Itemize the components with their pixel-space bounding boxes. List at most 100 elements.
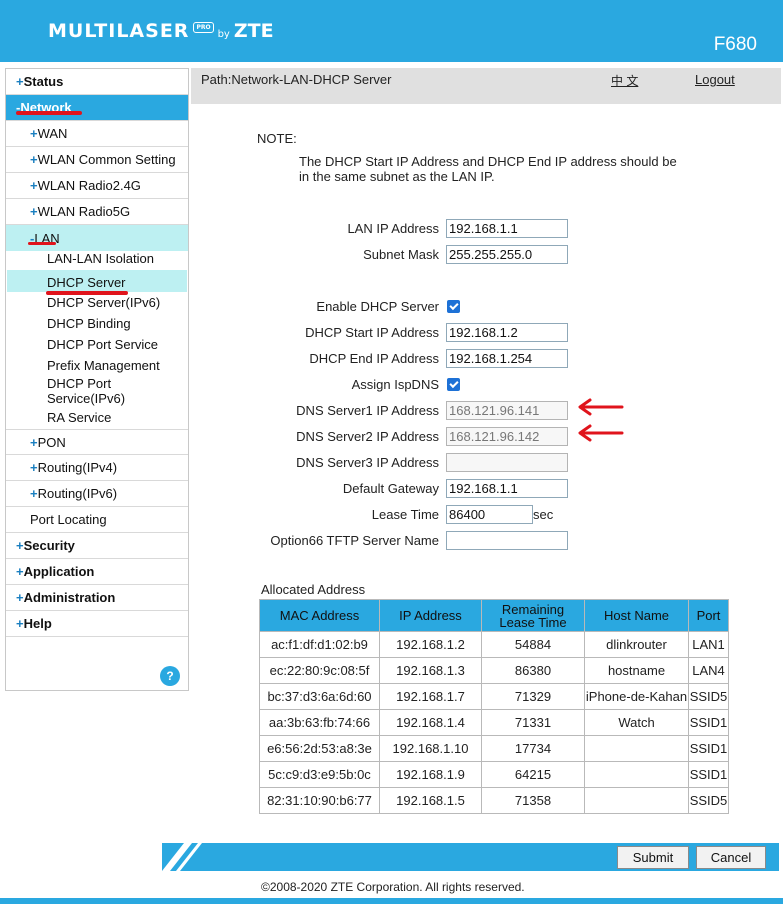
column-header: IP Address [379, 599, 482, 632]
column-header: Remaining Lease Time [481, 599, 585, 632]
breadcrumb: Path:Network-LAN-DHCP Server [201, 72, 392, 87]
brand-badge: PRO [193, 22, 214, 33]
red-underline-dhcp-server [46, 291, 128, 295]
cell-mac: bc:37:d3:6a:6d:60 [259, 683, 380, 710]
menu-lan[interactable]: - LAN [6, 225, 188, 251]
menu-status[interactable]: + Status [6, 69, 188, 95]
lan-ip-input[interactable] [446, 219, 568, 238]
option66-input[interactable] [446, 531, 568, 550]
subnet-mask-input[interactable] [446, 245, 568, 264]
submenu-prefix-management[interactable]: Prefix Management [47, 358, 160, 373]
menu-help-label: Help [23, 616, 52, 631]
submenu-dhcp-port-service-ipv6[interactable]: DHCP Port Service(IPv6) [47, 376, 157, 406]
submenu-dhcp-server[interactable]: DHCP Server [47, 275, 126, 290]
default-gateway-input[interactable] [446, 479, 568, 498]
path-bar: Path:Network-LAN-DHCP Server 中 文 Logout [191, 68, 781, 104]
menu-wan-label: WAN [37, 126, 68, 141]
expand-plus-icon: + [30, 126, 38, 141]
submenu-ra-service[interactable]: RA Service [47, 410, 111, 425]
lan-ip-label: LAN IP Address [347, 221, 439, 236]
menu-security[interactable]: + Security [6, 533, 188, 559]
row-assign-ispdns: Assign IspDNS [196, 375, 756, 395]
dhcp-end-input[interactable] [446, 349, 568, 368]
cell-lease: 86380 [481, 657, 585, 684]
cell-host: Watch [584, 709, 689, 736]
menu-help[interactable]: + Help [6, 611, 188, 637]
cell-lease: 64215 [481, 761, 585, 788]
allocated-title: Allocated Address [261, 582, 366, 597]
enable-dhcp-checkbox[interactable] [447, 300, 460, 313]
expand-plus-icon: + [16, 616, 24, 631]
cell-ip: 192.168.1.10 [379, 735, 482, 762]
expand-plus-icon: + [16, 564, 24, 579]
dns2-input[interactable] [446, 427, 568, 446]
brand-name: MULTILASER [48, 20, 190, 42]
submit-button[interactable]: Submit [617, 846, 689, 869]
submenu-dhcp-server-ipv6[interactable]: DHCP Server(IPv6) [47, 295, 160, 310]
brand-by: by [217, 29, 230, 40]
assign-ispdns-checkbox[interactable] [447, 378, 460, 391]
logout-link[interactable]: Logout [695, 72, 735, 87]
note-text: The DHCP Start IP Address and DHCP End I… [299, 154, 677, 184]
menu-routing-ipv6[interactable]: + Routing(IPv6) [6, 481, 188, 507]
allocated-table: MAC Address IP Address Remaining Lease T… [259, 599, 729, 814]
lease-time-input[interactable] [446, 505, 533, 524]
expand-plus-icon: + [16, 74, 24, 89]
sidebar: + Status - Network + WAN + WLAN Common Setti… [5, 68, 189, 691]
cell-port: LAN1 [688, 631, 729, 658]
dns1-input[interactable] [446, 401, 568, 420]
cell-port: SSID5 [688, 787, 729, 814]
lease-time-unit: sec [533, 507, 554, 522]
menu-routing-ipv4-label: Routing(IPv4) [37, 460, 118, 475]
cell-port: SSID1 [688, 709, 729, 736]
row-lan-ip: LAN IP Address [196, 219, 756, 239]
option66-label: Option66 TFTP Server Name [270, 533, 439, 548]
red-underline-lan [28, 242, 56, 245]
menu-wlan-common[interactable]: + WLAN Common Setting [6, 147, 188, 173]
note-label: NOTE: [257, 131, 297, 146]
menu-wan[interactable]: + WAN [6, 121, 188, 147]
menu-network[interactable]: - Network [6, 95, 188, 121]
table-row: 5c:c9:d3:e9:5b:0c 192.168.1.9 64215 SSID… [259, 761, 729, 788]
brand-logo: MULTILASER PRO by ZTE [48, 20, 274, 42]
table-row: e6:56:2d:53:a8:3e 192.168.1.10 17734 SSI… [259, 735, 729, 762]
row-dhcp-start: DHCP Start IP Address [196, 323, 756, 343]
submenu-lan-isolation[interactable]: LAN-LAN Isolation [47, 251, 154, 266]
table-row: ac:f1:df:d1:02:b9 192.168.1.2 54884 dlin… [259, 631, 729, 658]
menu-administration[interactable]: + Administration [6, 585, 188, 611]
submenu-dhcp-binding[interactable]: DHCP Binding [47, 316, 131, 331]
cancel-button[interactable]: Cancel [696, 846, 766, 869]
subnet-mask-label: Subnet Mask [363, 247, 439, 262]
menu-pon-label: PON [37, 434, 66, 450]
cell-lease: 71329 [481, 683, 585, 710]
cell-ip: 192.168.1.9 [379, 761, 482, 788]
menu-routing-ipv4[interactable]: + Routing(IPv4) [6, 455, 188, 481]
cell-host: iPhone-de-Kahan [584, 683, 689, 710]
row-lease-time: Lease Time sec [196, 505, 756, 525]
cell-port: SSID1 [688, 735, 729, 762]
cell-mac: 82:31:10:90:b6:77 [259, 787, 380, 814]
footer-line [0, 898, 783, 904]
cell-ip: 192.168.1.3 [379, 657, 482, 684]
cell-host [584, 787, 689, 814]
cell-lease: 71358 [481, 787, 585, 814]
menu-wlan-5[interactable]: + WLAN Radio5G [6, 199, 188, 225]
decorative-stripes [162, 843, 202, 871]
expand-plus-icon: + [16, 590, 24, 605]
dhcp-start-input[interactable] [446, 323, 568, 342]
dns3-input[interactable] [446, 453, 568, 472]
cell-mac: ac:f1:df:d1:02:b9 [259, 631, 380, 658]
table-header-row: MAC Address IP Address Remaining Lease T… [259, 599, 729, 632]
language-link[interactable]: 中 文 [611, 72, 638, 89]
menu-application[interactable]: + Application [6, 559, 188, 585]
menu-wlan-24[interactable]: + WLAN Radio2.4G [6, 173, 188, 199]
menu-security-label: Security [23, 538, 75, 553]
menu-port-locating[interactable]: Port Locating [6, 507, 188, 533]
dns2-label: DNS Server2 IP Address [296, 429, 439, 444]
expand-plus-icon: + [30, 460, 38, 475]
help-icon[interactable]: ? [160, 666, 180, 686]
menu-wlan-5-label: WLAN Radio5G [37, 204, 131, 219]
menu-pon[interactable]: + PON [6, 429, 188, 455]
submenu-dhcp-port-service[interactable]: DHCP Port Service [47, 337, 158, 352]
dns1-label: DNS Server1 IP Address [296, 403, 439, 418]
